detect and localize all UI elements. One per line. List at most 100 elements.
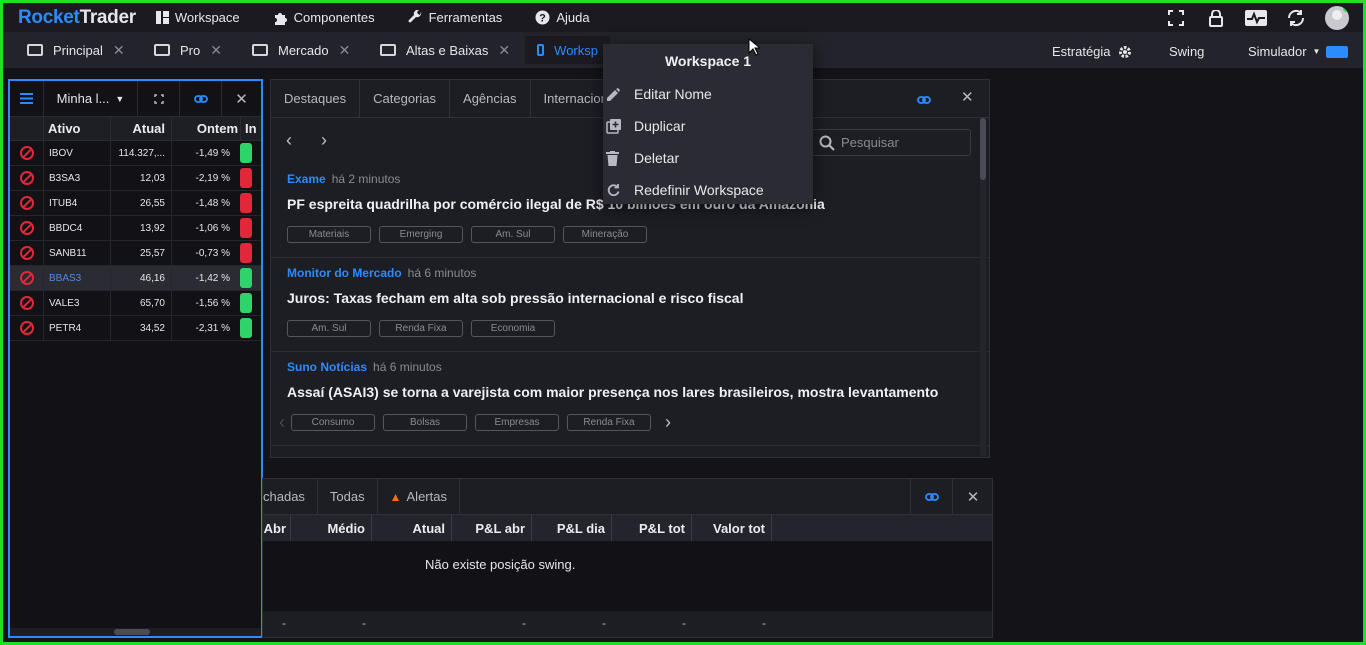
remove-icon[interactable] [10, 216, 44, 240]
tab-categorias[interactable]: Categorias [360, 80, 451, 118]
menu-icon[interactable] [10, 81, 44, 117]
menu-workspace[interactable]: Workspace [155, 10, 240, 25]
horizontal-scrollbar[interactable] [10, 628, 261, 636]
table-row[interactable]: IBOV 114.327,... -1,49 % [10, 141, 261, 166]
user-avatar[interactable] [1325, 6, 1349, 30]
col-abr[interactable]: Abr [263, 515, 291, 541]
tab-workspace-1[interactable]: Worksp [525, 36, 610, 64]
news-source[interactable]: Monitor do Mercado [287, 266, 402, 280]
cell-indicator [240, 141, 254, 165]
tab-alertas[interactable]: ▲ Alertas [378, 479, 460, 515]
tag-chip[interactable]: Empresas [475, 414, 559, 431]
tag-chip[interactable]: Materiais [287, 226, 371, 243]
remove-icon[interactable] [10, 316, 44, 340]
close-icon[interactable]: ✕ [952, 479, 992, 515]
table-row[interactable]: VALE3 65,70 -1,56 % [10, 291, 261, 316]
col-atual[interactable]: Atual [111, 116, 172, 141]
menu-item-duplicar[interactable]: Duplicar [603, 110, 813, 142]
close-icon[interactable]: ✕ [339, 42, 351, 59]
tag-chip[interactable]: Emerging [379, 226, 463, 243]
tab-mercado[interactable]: Mercado ✕ [252, 36, 350, 64]
menu-item-editar-nome[interactable]: Editar Nome [603, 78, 813, 110]
menu-ajuda[interactable]: ? Ajuda [535, 10, 590, 25]
close-icon[interactable]: ✕ [961, 88, 974, 106]
remove-icon[interactable] [10, 291, 44, 315]
news-item[interactable]: Suno Notícias há 6 minutos Assaí (ASAI3) s… [271, 352, 989, 446]
tag-chip[interactable]: Bolsas [383, 414, 467, 431]
news-headline[interactable]: Assaí (ASAI3) se torna a varejista com m… [287, 384, 938, 400]
col-pl-abr[interactable]: P&L abr [452, 515, 532, 541]
remove-icon[interactable] [10, 141, 44, 165]
link-icon[interactable] [180, 81, 222, 117]
vertical-scrollbar[interactable] [980, 118, 986, 456]
strategy-button[interactable]: Estratégia [1052, 44, 1132, 59]
tag-chip[interactable]: Consumo [291, 414, 375, 431]
remove-icon[interactable] [10, 166, 44, 190]
tab-altas-e-baixas[interactable]: Altas e Baixas ✕ [380, 36, 510, 64]
remove-icon[interactable] [10, 241, 44, 265]
table-row[interactable]: SANB11 25,57 -0,73 % [10, 241, 261, 266]
col-in[interactable]: In [240, 116, 257, 141]
watchlist-selector[interactable]: Minha l... ▼ [44, 81, 138, 117]
indicator-bar [240, 293, 252, 313]
table-row[interactable]: B3SA3 12,03 -2,19 % [10, 166, 261, 191]
col-pl-dia[interactable]: P&L dia [532, 515, 612, 541]
tag-chip[interactable]: Renda Fixa [567, 414, 651, 431]
logo[interactable]: RocketTrader [18, 7, 136, 29]
close-icon[interactable]: ✕ [222, 81, 261, 117]
col-pl-tot[interactable]: P&L tot [612, 515, 692, 541]
col-valor-tot[interactable]: Valor tot [692, 515, 772, 541]
menu-ferramentas[interactable]: Ferramentas [408, 10, 502, 25]
chevron-left-icon[interactable]: ‹ [279, 413, 285, 431]
svg-text:?: ? [539, 13, 546, 25]
close-icon[interactable]: ✕ [210, 42, 222, 59]
tag-chip[interactable]: Am. Sul [471, 226, 555, 243]
cell-indicator [240, 191, 254, 215]
remove-icon[interactable] [10, 191, 44, 215]
tag-chip[interactable]: Am. Sul [287, 320, 371, 337]
table-row[interactable]: ITUB4 26,55 -1,48 % [10, 191, 261, 216]
tab-principal[interactable]: Principal ✕ [27, 36, 125, 64]
tag-chip[interactable]: Economia [471, 320, 555, 337]
lock-icon[interactable] [1205, 7, 1227, 29]
link-icon[interactable] [910, 479, 952, 515]
tab-agencias[interactable]: Agências [450, 80, 531, 118]
remove-icon[interactable] [10, 266, 44, 290]
table-row[interactable]: PETR4 34,52 -2,31 % [10, 316, 261, 341]
scrollbar-thumb[interactable] [114, 629, 150, 635]
news-source[interactable]: Exame [287, 172, 326, 186]
col-medio[interactable]: Médio [291, 515, 372, 541]
menu-item-label: Redefinir Workspace [634, 182, 764, 198]
table-row[interactable]: BBAS3 46,16 -1,42 % [10, 266, 261, 291]
col-ontem[interactable]: Ontem [172, 117, 240, 141]
tag-chip[interactable]: Mineração [563, 226, 647, 243]
news-headline[interactable]: Juros: Taxas fecham em alta sob pressão … [287, 290, 743, 306]
expand-icon[interactable] [138, 81, 180, 117]
news-item[interactable]: Monitor do Mercado há 6 minutos Juros: Tax… [271, 258, 989, 352]
tab-todas[interactable]: Todas [318, 479, 378, 515]
tab-pro[interactable]: Pro ✕ [154, 36, 222, 64]
chevron-right-icon[interactable]: › [665, 413, 671, 431]
chevron-right-icon[interactable]: › [321, 130, 327, 151]
menu-componentes[interactable]: Componentes [273, 10, 375, 25]
tab-destaques[interactable]: Destaques [271, 80, 361, 118]
tab-fechadas[interactable]: chadas [263, 479, 318, 515]
scrollbar-thumb[interactable] [980, 118, 986, 180]
news-source[interactable]: Suno Notícias [287, 360, 367, 374]
fullscreen-icon[interactable] [1165, 7, 1187, 29]
link-icon[interactable] [917, 91, 931, 109]
close-icon[interactable]: ✕ [498, 42, 510, 59]
col-atual[interactable]: Atual [372, 515, 452, 541]
search-input[interactable]: Pesquisar [812, 129, 971, 156]
table-row[interactable]: BBDC4 13,92 -1,06 % [10, 216, 261, 241]
menu-item-redefinir-workspace[interactable]: Redefinir Workspace [603, 174, 813, 206]
simulator-dropdown[interactable]: Simulador ▼ [1248, 44, 1349, 59]
chevron-left-icon[interactable]: ‹ [286, 130, 292, 151]
tag-chip[interactable]: Renda Fixa [379, 320, 463, 337]
swing-button[interactable]: Swing [1169, 44, 1204, 59]
close-icon[interactable]: ✕ [113, 42, 125, 59]
activity-icon[interactable] [1245, 7, 1267, 29]
menu-item-deletar[interactable]: Deletar [603, 142, 813, 174]
col-ativo[interactable]: Ativo [44, 116, 111, 141]
sync-icon[interactable] [1285, 7, 1307, 29]
